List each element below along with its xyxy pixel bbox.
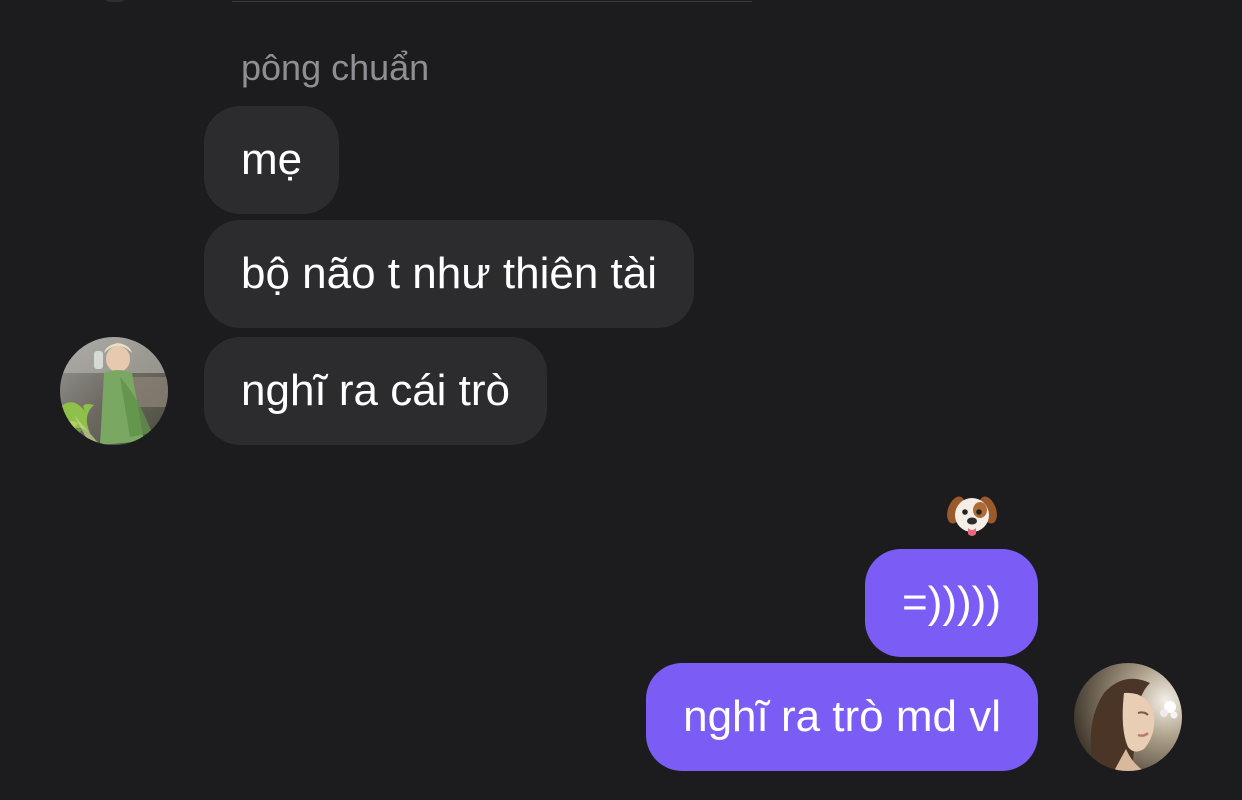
own-avatar[interactable] — [1074, 663, 1182, 771]
incoming-message-bubble[interactable]: bộ não t như thiên tài — [204, 220, 694, 328]
outgoing-message-bubble[interactable]: =))))) — [865, 549, 1038, 657]
own-avatar-photo — [1074, 663, 1182, 771]
previous-message-edge — [232, 0, 752, 2]
dog-face-icon — [947, 496, 997, 536]
dog-face-reaction-icon[interactable] — [944, 488, 1000, 544]
outgoing-message-bubble[interactable]: nghĩ ra trò md vl — [646, 663, 1038, 771]
incoming-message-bubble[interactable]: nghĩ ra cái trò — [204, 337, 548, 445]
previous-avatar-edge — [104, 0, 126, 2]
chat-screen: pông chuẩn mẹ bộ não t như thiên tài ngh… — [0, 0, 1242, 800]
incoming-message-bubble[interactable]: mẹ — [204, 106, 340, 214]
sender-name: pông chuẩn — [241, 47, 430, 88]
sender-avatar-photo — [60, 337, 168, 445]
sender-avatar[interactable] — [60, 337, 168, 445]
